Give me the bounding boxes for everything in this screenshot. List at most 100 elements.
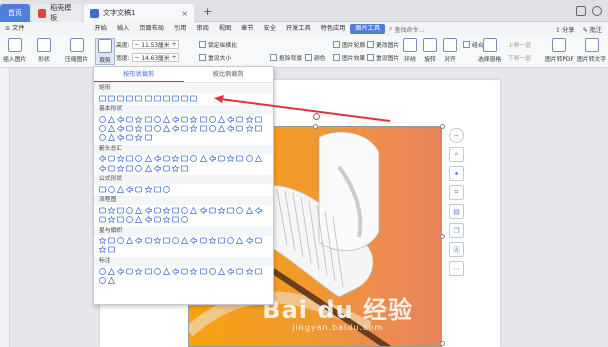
shape-option-icon[interactable] <box>98 267 106 275</box>
shape-option-icon[interactable] <box>153 216 161 224</box>
shape-option-icon[interactable] <box>135 267 143 275</box>
shape-option-icon[interactable] <box>144 185 152 193</box>
shape-option-icon[interactable] <box>199 124 207 132</box>
menu-item-layout[interactable]: 页面布局 <box>134 22 169 36</box>
shape-option-icon[interactable] <box>245 267 253 275</box>
shape-option-icon[interactable] <box>116 94 124 102</box>
shape-option-icon[interactable] <box>208 237 216 245</box>
shape-option-icon[interactable] <box>116 267 124 275</box>
rotate-button[interactable]: 旋转 <box>423 38 437 63</box>
shape-option-icon[interactable] <box>153 206 161 214</box>
more-icon[interactable]: ⋯ <box>449 261 464 276</box>
menu-item-home[interactable]: 开始 <box>90 22 112 36</box>
shape-option-icon[interactable] <box>172 94 180 102</box>
shape-option-icon[interactable] <box>199 206 207 214</box>
shape-option-icon[interactable] <box>107 267 115 275</box>
shape-option-icon[interactable] <box>116 164 124 172</box>
change-picture-button[interactable]: 更改图片 <box>367 40 399 49</box>
copy-icon[interactable]: ❐ <box>449 223 464 238</box>
shape-option-icon[interactable] <box>116 185 124 193</box>
shape-option-icon[interactable] <box>144 94 152 102</box>
shape-option-icon[interactable] <box>107 276 115 284</box>
shape-option-icon[interactable] <box>172 267 180 275</box>
menu-item-security[interactable]: 安全 <box>259 22 281 36</box>
shape-option-icon[interactable] <box>172 115 180 123</box>
shape-option-icon[interactable] <box>172 216 180 224</box>
resize-handle[interactable] <box>440 341 445 346</box>
shape-option-icon[interactable] <box>107 134 115 142</box>
shape-option-icon[interactable] <box>254 237 262 245</box>
shape-option-icon[interactable] <box>162 115 170 123</box>
shape-option-icon[interactable] <box>135 155 143 163</box>
tab-document[interactable]: 文字文稿1 × <box>84 4 194 22</box>
wrap-button[interactable]: 环绕 <box>403 38 417 63</box>
shape-option-icon[interactable] <box>126 206 134 214</box>
to-pdf-button[interactable]: 图片转PDF <box>545 38 574 63</box>
shape-option-icon[interactable] <box>199 267 207 275</box>
resize-handle[interactable] <box>313 124 318 129</box>
remove-bg-button[interactable]: 抠除背景 <box>270 53 302 62</box>
shape-option-icon[interactable] <box>199 237 207 245</box>
menu-item-insert[interactable]: 插入 <box>112 22 134 36</box>
shape-option-icon[interactable] <box>135 124 143 132</box>
shape-option-icon[interactable] <box>126 267 134 275</box>
shape-option-icon[interactable] <box>98 216 106 224</box>
menu-item-review[interactable]: 审阅 <box>191 22 213 36</box>
shape-option-icon[interactable] <box>236 124 244 132</box>
magic-icon[interactable]: ✦ <box>449 166 464 181</box>
shape-option-icon[interactable] <box>116 115 124 123</box>
shape-option-icon[interactable] <box>236 155 244 163</box>
shape-option-icon[interactable] <box>144 216 152 224</box>
shape-option-icon[interactable] <box>135 216 143 224</box>
shape-option-icon[interactable] <box>126 134 134 142</box>
shape-option-icon[interactable] <box>181 164 189 172</box>
window-layout-icon[interactable] <box>576 6 586 16</box>
shape-option-icon[interactable] <box>254 155 262 163</box>
shape-option-icon[interactable] <box>172 206 180 214</box>
shape-option-icon[interactable] <box>217 267 226 275</box>
width-field[interactable]: 宽度: − 14.63厘米 + <box>116 53 180 62</box>
lock-ratio-checkbox[interactable]: 锁定纵横比 <box>199 40 237 49</box>
shape-option-icon[interactable] <box>162 124 170 132</box>
shape-option-icon[interactable] <box>236 237 244 245</box>
shape-option-icon[interactable] <box>126 124 134 132</box>
shape-option-icon[interactable] <box>190 124 198 132</box>
shape-option-icon[interactable] <box>208 155 216 163</box>
shape-option-icon[interactable] <box>144 155 152 163</box>
shape-option-icon[interactable] <box>144 124 152 132</box>
shape-option-icon[interactable] <box>217 206 226 214</box>
tab-template[interactable]: 稻壳模板 <box>32 4 82 22</box>
shape-option-icon[interactable] <box>172 164 180 172</box>
shape-option-icon[interactable] <box>135 164 143 172</box>
shape-option-icon[interactable] <box>126 237 134 245</box>
shape-option-icon[interactable] <box>135 185 143 193</box>
shape-option-icon[interactable] <box>190 206 198 214</box>
shape-option-icon[interactable] <box>254 206 262 214</box>
shape-option-icon[interactable] <box>98 237 106 245</box>
user-icon[interactable] <box>592 6 602 16</box>
shape-option-icon[interactable] <box>199 155 207 163</box>
shape-option-icon[interactable] <box>153 185 161 193</box>
shape-option-icon[interactable] <box>98 276 106 284</box>
resize-handle[interactable] <box>440 124 445 129</box>
shape-option-icon[interactable] <box>181 124 189 132</box>
shape-option-icon[interactable] <box>153 124 161 132</box>
shape-option-icon[interactable] <box>107 155 115 163</box>
zoom-icon[interactable]: ⌕ <box>449 147 464 162</box>
shape-option-icon[interactable] <box>190 237 198 245</box>
shape-option-icon[interactable] <box>190 267 198 275</box>
shape-option-icon[interactable] <box>162 185 170 193</box>
menu-item-dev[interactable]: 开发工具 <box>281 22 316 36</box>
shape-option-icon[interactable] <box>236 267 244 275</box>
shape-option-icon[interactable] <box>135 94 143 102</box>
shape-option-icon[interactable] <box>245 237 253 245</box>
close-icon[interactable]: × <box>181 9 188 18</box>
shape-option-icon[interactable] <box>107 164 115 172</box>
shape-option-icon[interactable] <box>162 206 170 214</box>
shape-option-icon[interactable] <box>208 267 216 275</box>
shape-option-icon[interactable] <box>217 124 226 132</box>
shape-option-icon[interactable] <box>208 124 216 132</box>
reset-picture-button[interactable]: 重设图片 <box>367 53 399 62</box>
up-layer-button[interactable]: 上移一层 <box>508 40 531 49</box>
menu-item-special[interactable]: 特色应用 <box>316 22 351 36</box>
